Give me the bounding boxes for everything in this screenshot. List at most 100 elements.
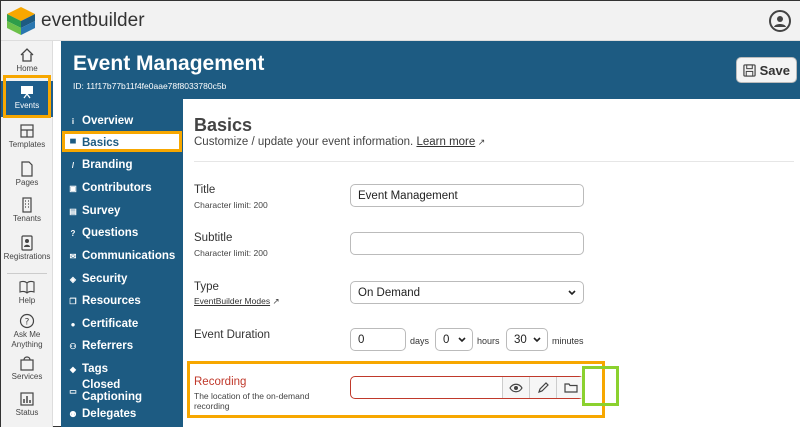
delegate-icon: ⚉	[69, 409, 77, 419]
rail-divider	[7, 273, 47, 274]
subtitle-hint: Character limit: 200	[194, 248, 268, 258]
minutes-value: 30	[514, 333, 527, 346]
nav-item-closed-captioning[interactable]: ▭ Closed Captioning	[69, 379, 183, 403]
rail-item-tenants[interactable]: Tenants	[1, 197, 53, 223]
edit-button[interactable]	[529, 377, 556, 398]
rail-label: Help	[18, 296, 36, 305]
app-frame: eventbuilder Home Events Templates Pages…	[0, 0, 800, 427]
events-highlight	[3, 75, 51, 118]
rail-item-ask-me-anything[interactable]: ? Ask Me Anything	[1, 313, 53, 350]
nav-item-resources[interactable]: ❐ Resources	[69, 291, 140, 311]
rail-item-services[interactable]: Services	[1, 355, 53, 381]
rail-label: Registrations	[3, 252, 51, 261]
subtitle-input[interactable]	[350, 232, 584, 255]
external-link-icon: ↗	[475, 137, 486, 147]
badge-icon	[21, 235, 33, 251]
title-label: Title	[194, 184, 216, 196]
section-heading: Basics	[194, 115, 253, 135]
description-text: Customize / update your event informatio…	[194, 136, 414, 148]
rail-item-status[interactable]: Status	[1, 391, 53, 417]
nav-label: Closed Captioning	[81, 379, 142, 403]
browse-folder-button[interactable]	[556, 377, 584, 398]
profile-icon[interactable]	[769, 10, 791, 32]
folder-button-highlight	[582, 366, 619, 406]
cc-icon: ▭	[69, 386, 77, 396]
page-title: Event Management	[73, 52, 265, 75]
eventbuilder-modes-link[interactable]: EventBuilder Modes	[194, 296, 270, 306]
type-select[interactable]: On Demand	[350, 281, 584, 304]
rail-item-home[interactable]: Home	[1, 47, 53, 73]
nav-label: Certificate	[82, 318, 139, 330]
rail-label: Status	[15, 408, 39, 417]
recording-hint: The location of the on-demand recording	[194, 391, 310, 411]
svg-text:?: ?	[25, 318, 30, 328]
nav-label: Referrers	[82, 340, 134, 352]
hours-value: 0	[443, 333, 450, 346]
eventbuilder-logo-icon	[7, 7, 35, 35]
learn-more-link[interactable]: Learn more	[416, 136, 475, 148]
title-input[interactable]: Event Management	[350, 184, 584, 207]
home-icon	[20, 48, 34, 62]
rail-item-templates[interactable]: Templates	[1, 123, 53, 149]
floppy-disk-icon	[742, 63, 756, 77]
presentation-icon: ▀	[70, 138, 76, 148]
rail-label: Home	[16, 64, 38, 73]
rail-item-help[interactable]: Help	[1, 279, 53, 305]
nav-item-delegates[interactable]: ⚉ Delegates	[69, 404, 136, 424]
nav-item-tags[interactable]: ◆ Tags	[69, 359, 108, 379]
nav-label: Branding	[82, 159, 133, 171]
nav-item-communications[interactable]: ✉ Communications	[69, 246, 176, 266]
award-icon: ●	[70, 319, 76, 329]
rail-item-registrations[interactable]: Registrations	[1, 235, 53, 261]
eye-icon	[509, 383, 523, 392]
mail-icon: ✉	[69, 251, 77, 261]
rail-label: Templates	[8, 140, 46, 149]
building-icon	[22, 197, 32, 213]
info-icon: i	[71, 116, 75, 126]
main-content: Basics Customize / update your event inf…	[183, 99, 800, 427]
nav-label: Security	[82, 273, 128, 285]
section-description: Customize / update your event informatio…	[194, 136, 485, 148]
days-unit: days	[410, 336, 430, 346]
brush-icon: /	[71, 160, 75, 170]
list-icon: ▤	[69, 206, 77, 216]
rail-label: Tenants	[12, 214, 42, 223]
recording-input[interactable]	[350, 376, 584, 399]
subtitle-label: Subtitle	[194, 232, 233, 244]
save-label: Save	[759, 62, 790, 78]
chevron-down-icon	[458, 337, 466, 343]
nav-item-overview[interactable]: i Overview	[69, 111, 133, 131]
users-icon: ⚇	[69, 341, 77, 351]
rail-label: Services	[11, 372, 43, 381]
days-input[interactable]: 0	[350, 328, 406, 351]
rail-item-pages[interactable]: Pages	[1, 161, 53, 187]
minutes-select[interactable]: 30	[506, 328, 548, 351]
hours-select[interactable]: 0	[435, 328, 473, 351]
section-nav: i Overview ▀ Basics / Branding ▣ Contributor…	[61, 99, 183, 427]
nav-label: Questions	[82, 227, 139, 239]
chevron-down-icon	[533, 337, 541, 343]
nav-item-questions[interactable]: ? Questions	[69, 223, 139, 243]
event-id: ID: 11f17b77b11f4fe0aae78f8033780c5b	[73, 81, 227, 91]
question-circle-icon: ?	[19, 313, 35, 329]
save-button[interactable]: Save	[735, 57, 797, 83]
copy-icon: ❐	[69, 296, 77, 306]
nav-item-contributors[interactable]: ▣ Contributors	[69, 178, 151, 198]
nav-item-security[interactable]: ◈ Security	[69, 269, 127, 289]
top-bar: eventbuilder	[1, 1, 800, 41]
type-label: Type	[194, 281, 219, 293]
pencil-icon	[538, 381, 549, 393]
hours-unit: hours	[477, 336, 500, 346]
nav-item-certificate[interactable]: ● Certificate	[69, 314, 139, 334]
nav-item-referrers[interactable]: ⚇ Referrers	[69, 336, 133, 356]
preview-button[interactable]	[502, 377, 529, 398]
shield-icon: ◈	[69, 274, 77, 284]
type-hint: EventBuilder Modes ↗	[194, 296, 280, 307]
nav-item-survey[interactable]: ▤ Survey	[69, 201, 120, 221]
nav-label: Overview	[82, 115, 134, 127]
folder-icon	[563, 383, 578, 393]
rail-label: Pages	[15, 178, 39, 187]
nav-item-basics[interactable]: ▀ Basics	[69, 133, 119, 153]
nav-item-branding[interactable]: / Branding	[69, 155, 133, 175]
divider	[194, 161, 794, 162]
